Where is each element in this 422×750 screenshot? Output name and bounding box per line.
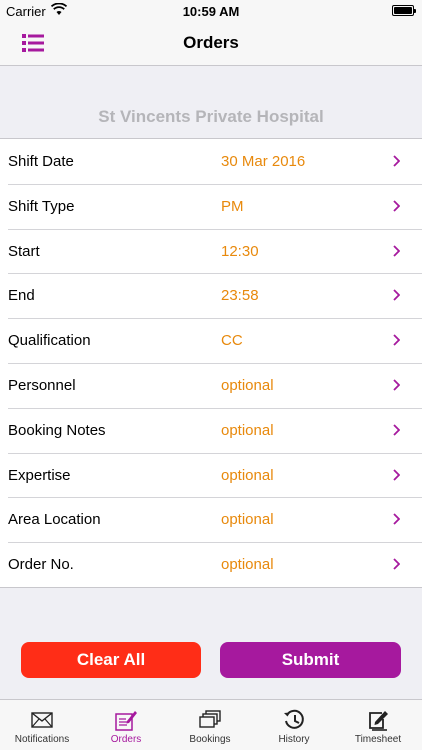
row-value: CC [221,332,243,350]
row-value: 12:30 [221,242,259,260]
row-expertise[interactable]: Expertise optional [0,452,422,498]
row-value: optional [221,421,274,439]
row-booking-notes[interactable]: Booking Notes optional [0,407,422,453]
tab-label: Notifications [14,734,70,745]
chevron-right-icon [393,155,400,167]
tab-timesheet[interactable]: Timesheet [336,700,420,750]
row-value: optional [221,511,274,529]
history-clock-icon [284,709,304,729]
clear-all-button[interactable]: Clear All [21,642,201,678]
chevron-right-icon [393,289,400,302]
battery-icon [392,5,416,16]
row-label: End [8,287,35,305]
row-qualification[interactable]: Qualification CC [0,318,422,363]
row-label: Expertise [8,466,71,484]
row-personnel[interactable]: Personnel optional [0,362,422,408]
tab-label: Orders [110,734,142,745]
row-label: Personnel [8,376,76,394]
tab-bar: Notifications Orders Bookings History Ti… [0,699,422,750]
envelope-icon [31,712,53,728]
status-time: 10:59 AM [182,4,240,19]
status-bar: Carrier 10:59 AM [0,0,422,22]
tab-label: Timesheet [354,734,402,745]
row-shift-type[interactable]: Shift Type PM [0,183,422,229]
row-label: Qualification [8,332,91,350]
chevron-right-icon [393,468,400,481]
row-label: Area Location [8,511,101,529]
chevron-right-icon [393,558,400,570]
row-label: Order No. [8,556,74,574]
chevron-right-icon [393,513,400,526]
row-end[interactable]: End 23:58 [0,273,422,318]
navigation-bar: Orders [0,22,422,66]
tab-notifications[interactable]: Notifications [0,700,84,750]
tab-label: Bookings [189,734,231,745]
chevron-right-icon [393,244,400,257]
chevron-right-icon [393,424,400,436]
row-shift-date[interactable]: Shift Date 30 Mar 2016 [0,139,422,184]
order-form: Shift Date 30 Mar 2016 Shift Type PM Sta… [0,138,422,588]
row-label: Start [8,242,40,260]
tab-bookings[interactable]: Bookings [168,700,252,750]
edit-sheet-icon [369,711,388,731]
tab-history[interactable]: History [252,700,336,750]
row-order-no[interactable]: Order No. optional [0,542,422,587]
row-label: Shift Type [8,197,75,215]
row-label: Shift Date [8,153,74,170]
row-start[interactable]: Start 12:30 [0,228,422,274]
clipboard-pen-icon [115,711,137,731]
tab-orders[interactable]: Orders [84,700,168,750]
chevron-right-icon [393,379,400,391]
chevron-right-icon [393,334,400,346]
submit-button[interactable]: Submit [220,642,401,678]
hospital-name: St Vincents Private Hospital [98,107,324,126]
stacked-cards-icon [199,710,221,728]
row-value: 23:58 [221,287,259,305]
row-value: 30 Mar 2016 [221,153,306,170]
row-value: optional [221,466,274,484]
row-area-location[interactable]: Area Location optional [0,497,422,542]
row-value: PM [221,197,244,215]
row-value: optional [221,376,274,394]
chevron-right-icon [393,200,400,212]
row-value: optional [221,556,274,574]
row-label: Booking Notes [8,421,106,439]
page-title: Orders [183,33,239,52]
tab-label: History [278,734,310,745]
